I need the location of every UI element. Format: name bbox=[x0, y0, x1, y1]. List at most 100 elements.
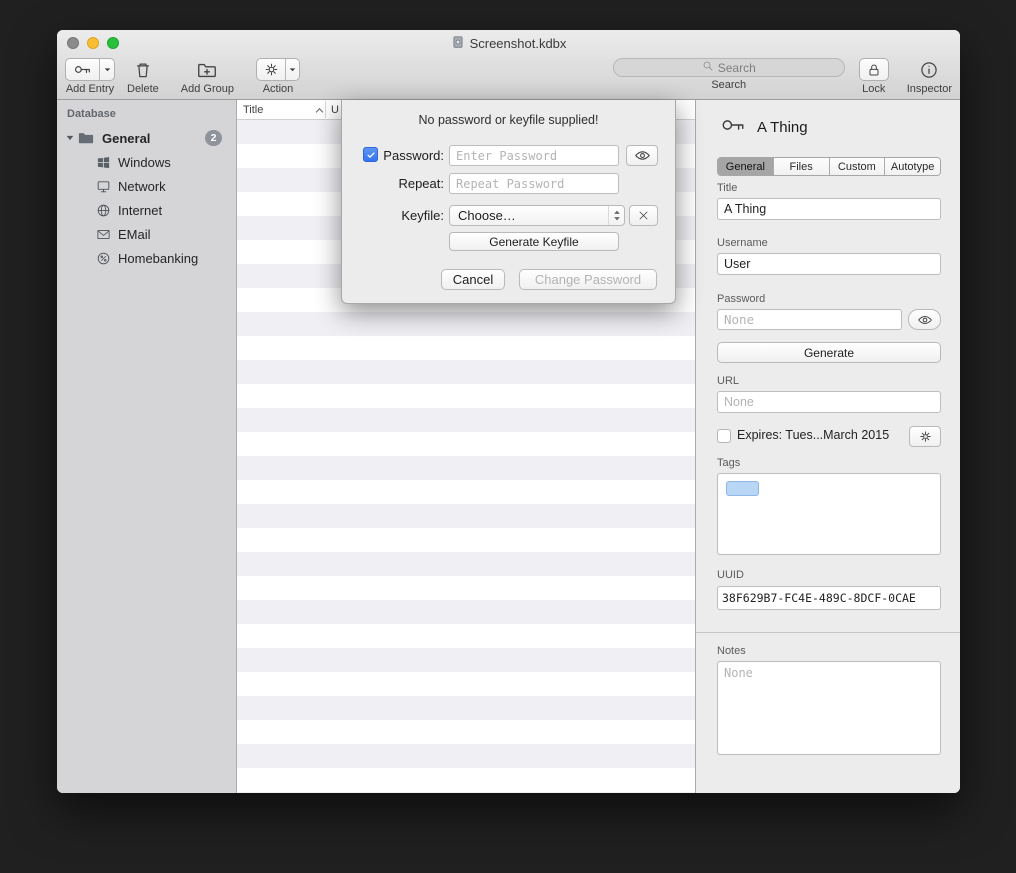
uuid-label: UUID bbox=[717, 569, 744, 581]
delete-label: Delete bbox=[127, 83, 159, 95]
inspector-tabs: General Files Custom Autotype bbox=[717, 157, 941, 176]
column-divider[interactable] bbox=[325, 101, 326, 118]
generate-keyfile-button[interactable]: Generate Keyfile bbox=[449, 232, 619, 251]
divider bbox=[696, 632, 960, 633]
coin-icon bbox=[96, 251, 111, 266]
keyfile-popup[interactable]: Choose… bbox=[449, 205, 625, 226]
window-chrome: Screenshot.kdbx Add Entry D bbox=[57, 30, 960, 100]
windows-icon bbox=[96, 155, 111, 170]
search-placeholder: Search bbox=[718, 61, 756, 75]
sidebar-item-internet[interactable]: Internet bbox=[57, 198, 236, 222]
disclosure-triangle-icon[interactable] bbox=[65, 131, 77, 146]
info-icon bbox=[919, 58, 939, 81]
sort-ascending-icon bbox=[315, 105, 324, 117]
tags-label: Tags bbox=[717, 457, 740, 469]
reveal-password-button[interactable] bbox=[908, 309, 941, 330]
tag-chip[interactable] bbox=[726, 481, 759, 496]
password-checkbox[interactable] bbox=[363, 147, 378, 162]
action-button[interactable]: Action bbox=[256, 58, 300, 95]
search-icon bbox=[702, 60, 714, 75]
gear-icon bbox=[918, 429, 933, 444]
sidebar-item-homebanking[interactable]: Homebanking bbox=[57, 246, 236, 270]
search-field[interactable]: Search Search bbox=[613, 58, 845, 91]
eye-icon bbox=[917, 312, 933, 328]
search-input[interactable]: Search bbox=[613, 58, 845, 77]
sidebar-section-header: Database bbox=[67, 108, 116, 120]
app-window: Screenshot.kdbx Add Entry D bbox=[57, 30, 960, 793]
trash-icon bbox=[133, 58, 153, 81]
add-group-button[interactable]: Add Group bbox=[181, 58, 234, 95]
title-input[interactable] bbox=[717, 198, 941, 220]
tab-autotype[interactable]: Autotype bbox=[884, 158, 940, 175]
password-input[interactable] bbox=[717, 309, 902, 330]
username-input[interactable] bbox=[717, 253, 941, 275]
envelope-icon bbox=[96, 227, 111, 242]
tags-box[interactable] bbox=[717, 473, 941, 555]
content-area: Database General 2 Windows bbox=[57, 100, 960, 793]
cancel-button[interactable]: Cancel bbox=[441, 269, 505, 290]
sidebar: Database General 2 Windows bbox=[57, 100, 237, 793]
folder-plus-icon bbox=[196, 58, 218, 81]
notes-textarea[interactable] bbox=[717, 661, 941, 755]
expires-checkbox[interactable] bbox=[717, 429, 731, 443]
sidebar-item-general[interactable]: General 2 bbox=[57, 126, 236, 150]
column-header-username[interactable]: U bbox=[331, 104, 339, 116]
window-title: Screenshot.kdbx bbox=[57, 35, 960, 52]
app-icon bbox=[451, 35, 465, 52]
entry-header: A Thing bbox=[720, 112, 808, 143]
tab-custom[interactable]: Custom bbox=[829, 158, 885, 175]
sidebar-item-windows[interactable]: Windows bbox=[57, 150, 236, 174]
titlebar[interactable]: Screenshot.kdbx bbox=[57, 30, 960, 56]
add-group-label: Add Group bbox=[181, 83, 234, 95]
password-input[interactable] bbox=[449, 145, 619, 166]
key-icon[interactable] bbox=[66, 59, 99, 80]
username-label: Username bbox=[717, 237, 768, 249]
inspector-label: Inspector bbox=[907, 83, 952, 95]
tab-files[interactable]: Files bbox=[773, 158, 829, 175]
key-icon bbox=[720, 112, 746, 143]
toolbar: Add Entry Delete Add Group bbox=[57, 56, 960, 100]
url-input[interactable] bbox=[717, 391, 941, 413]
inspector-panel: A Thing General Files Custom Autotype Ti… bbox=[695, 100, 960, 793]
column-header-title[interactable]: Title bbox=[243, 104, 263, 116]
reveal-password-button[interactable] bbox=[626, 145, 658, 166]
url-label: URL bbox=[717, 375, 739, 387]
password-label: Password bbox=[717, 293, 765, 305]
delete-button[interactable]: Delete bbox=[127, 58, 159, 95]
lock-icon[interactable] bbox=[860, 59, 888, 80]
window-title-text: Screenshot.kdbx bbox=[470, 36, 567, 51]
sidebar-item-label: General bbox=[102, 131, 150, 146]
folder-icon bbox=[77, 129, 95, 147]
action-dropdown[interactable] bbox=[285, 59, 299, 80]
sidebar-item-network[interactable]: Network bbox=[57, 174, 236, 198]
stepper-icon bbox=[608, 206, 624, 225]
generate-button[interactable]: Generate bbox=[717, 342, 941, 363]
tab-general[interactable]: General bbox=[718, 158, 773, 175]
search-caption: Search bbox=[711, 79, 746, 91]
keyfile-value: Choose… bbox=[458, 208, 516, 223]
lock-label: Lock bbox=[862, 83, 885, 95]
eye-icon bbox=[634, 147, 651, 164]
inspector-button[interactable]: Inspector bbox=[907, 58, 952, 95]
sidebar-item-label: Homebanking bbox=[118, 251, 198, 266]
action-label: Action bbox=[263, 83, 294, 95]
lock-button[interactable]: Lock bbox=[859, 58, 889, 95]
add-entry-dropdown[interactable] bbox=[99, 59, 114, 80]
sidebar-item-label: Network bbox=[118, 179, 166, 194]
add-entry-button[interactable]: Add Entry bbox=[65, 58, 115, 95]
keyfile-label: Keyfile: bbox=[378, 208, 444, 223]
gear-icon[interactable] bbox=[257, 59, 285, 80]
entry-title: A Thing bbox=[757, 119, 808, 136]
add-entry-label: Add Entry bbox=[66, 83, 114, 95]
notes-label: Notes bbox=[717, 645, 746, 657]
sidebar-item-email[interactable]: EMail bbox=[57, 222, 236, 246]
globe-icon bbox=[96, 203, 111, 218]
repeat-password-input[interactable] bbox=[449, 173, 619, 194]
change-password-button[interactable]: Change Password bbox=[519, 269, 657, 290]
uuid-input[interactable] bbox=[717, 586, 941, 610]
clear-keyfile-button[interactable] bbox=[629, 205, 658, 226]
expires-settings-button[interactable] bbox=[909, 426, 941, 447]
sidebar-item-label: Internet bbox=[118, 203, 162, 218]
count-badge: 2 bbox=[205, 130, 222, 146]
expires-label: Expires: Tues...March 2015 bbox=[737, 428, 889, 442]
